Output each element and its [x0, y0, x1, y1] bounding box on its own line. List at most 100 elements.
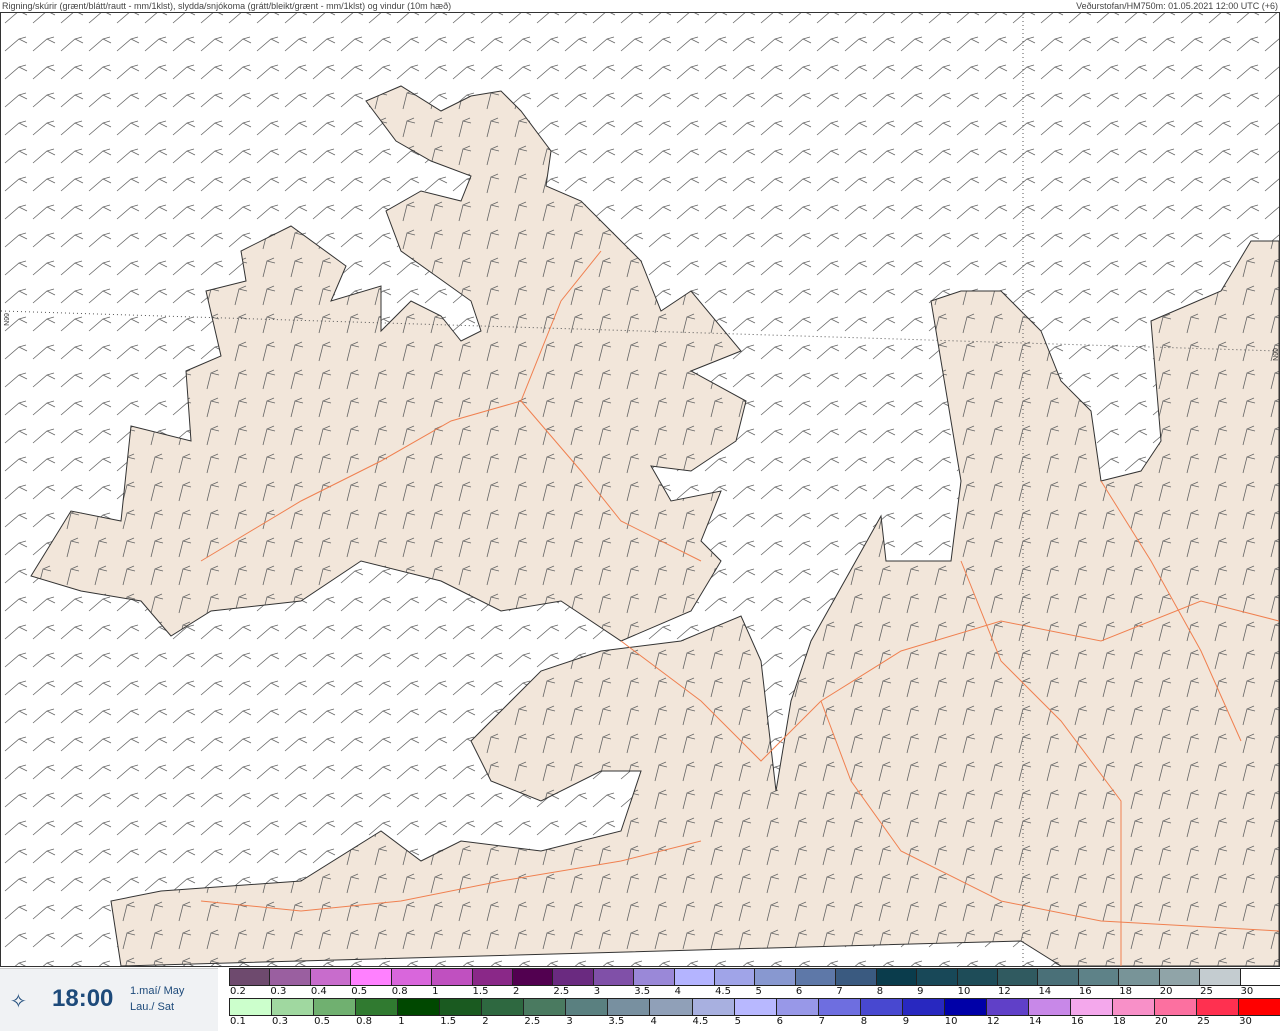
- rain-scale-label: 9: [902, 1016, 910, 1027]
- rain-scale-swatch: [859, 998, 903, 1016]
- rain-scale-swatch: [1238, 998, 1280, 1016]
- rain-scale-label: 1: [398, 1016, 405, 1027]
- forecast-time-panel: ✧ 18:00 1.maí/ May Lau./ Sat: [0, 968, 218, 1031]
- snow-scale-label: 3.5: [634, 986, 651, 997]
- rain-scale-swatch: [439, 998, 483, 1016]
- snow-scale-label: 9: [917, 986, 924, 997]
- rain-scale-label: 2.5: [524, 1016, 541, 1027]
- rain-scale-label: 14: [1028, 1016, 1042, 1027]
- rain-scale-label: 18: [1112, 1016, 1126, 1027]
- snow-scale-swatch: [673, 968, 716, 986]
- rain-scale-swatch: [607, 998, 651, 1016]
- rain-scale-swatch: [1154, 998, 1198, 1016]
- rain-scale-swatch: [775, 998, 819, 1016]
- snow-scale-label: 3: [593, 986, 601, 997]
- snow-scale-label: 16: [1078, 986, 1092, 997]
- snow-scale-swatch: [350, 968, 392, 986]
- forecast-date: 1.maí/ May: [130, 985, 185, 997]
- snow-scale-swatch: [997, 968, 1039, 986]
- rain-scale-label: 6: [776, 1016, 783, 1027]
- snow-scale-swatch: [835, 968, 877, 986]
- snow-scale-swatch: [956, 968, 999, 986]
- rain-scale-label: 20: [1155, 1016, 1168, 1027]
- snow-scale-swatch: [714, 968, 756, 986]
- map-title: Rigning/skúrir (grænt/blátt/rautt - mm/1…: [2, 1, 452, 11]
- snow-scale-label: 20: [1159, 986, 1173, 997]
- rain-scale-swatch: [229, 998, 273, 1016]
- rain-scale-label: 2: [482, 1016, 489, 1027]
- map-source: Veðurstofan/HM750m: 01.05.2021 12:00 UTC…: [1076, 1, 1278, 11]
- snow-scale-label: 0.8: [391, 986, 408, 997]
- rain-scale-swatch: [817, 998, 861, 1016]
- map-canvas: [0, 13, 1280, 967]
- rain-scale-label: 16: [1070, 1016, 1084, 1027]
- rain-scale-labels: 0.1 0.3 0.5 0.8 1 1.5 2 2.5 3 3.5 4 4.5 5 6 7 8 9 10 12 14 1…: [229, 1016, 1280, 1027]
- snow-scale-swatch: [431, 968, 473, 986]
- snow-scale-swatch: [390, 968, 433, 986]
- snow-scale-swatch: [633, 968, 675, 986]
- snow-scale-swatch: [754, 968, 796, 986]
- lat-label-right: 66N: [1271, 348, 1278, 361]
- snow-scale-label: 1.5: [472, 986, 489, 997]
- rain-scale-swatch: [733, 998, 777, 1016]
- rain-scale-label: 5: [734, 1016, 741, 1027]
- snow-scale-label: 0.4: [310, 986, 327, 997]
- rain-scale-label: 8: [860, 1016, 868, 1027]
- snow-scale-swatch: [511, 968, 554, 986]
- rain-scale-label: 0.5: [314, 1016, 330, 1027]
- snow-scale-label: 8: [876, 986, 884, 997]
- snow-scale-swatch: [1037, 968, 1079, 986]
- rain-scale-label: 0.8: [356, 1016, 373, 1027]
- snow-scale-label: 30: [1240, 986, 1254, 997]
- snow-color-scale: [229, 968, 1280, 986]
- rain-scale-label: 0.1: [230, 1016, 246, 1027]
- snow-scale-label: 18: [1119, 986, 1133, 997]
- weather-map[interactable]: 66N 66N: [0, 12, 1280, 967]
- rain-scale-swatch: [985, 998, 1029, 1016]
- snow-scale-label: 25: [1200, 986, 1213, 997]
- rain-scale-label: 1.5: [440, 1016, 457, 1027]
- rain-scale-swatch: [1196, 998, 1240, 1016]
- rain-scale-swatch: [355, 998, 399, 1016]
- rain-scale-label: 10: [944, 1016, 958, 1027]
- rain-scale-swatch: [397, 998, 441, 1016]
- rain-scale-label: 12: [986, 1016, 1000, 1027]
- wind-compass-icon[interactable]: ✧: [10, 989, 27, 1014]
- snow-scale-swatch: [1239, 968, 1280, 986]
- snow-scale-swatch: [471, 968, 513, 986]
- snow-scale-label: 10: [957, 986, 971, 997]
- rain-scale-swatch: [271, 998, 315, 1016]
- rain-scale-swatch: [1027, 998, 1071, 1016]
- rain-scale-label: 7: [818, 1016, 826, 1027]
- rain-scale-swatch: [481, 998, 525, 1016]
- snow-scale-label: 2.5: [553, 986, 570, 997]
- snow-scale-swatch: [229, 968, 271, 986]
- snow-scale-swatch: [1199, 968, 1241, 986]
- forecast-time: 18:00: [52, 985, 114, 1012]
- snow-scale-label: 2: [512, 986, 520, 997]
- rain-scale-swatch: [1069, 998, 1113, 1016]
- snow-scale-label: 5: [755, 986, 762, 997]
- snow-scale-label: 6: [795, 986, 803, 997]
- snow-scale-swatch: [1118, 968, 1160, 986]
- snow-scale-swatch: [916, 968, 958, 986]
- snow-scale-label: 12: [998, 986, 1011, 997]
- rain-scale-swatch: [565, 998, 609, 1016]
- lat-label-left: 66N: [2, 313, 9, 326]
- rain-scale-swatch: [943, 998, 987, 1016]
- rain-scale-swatch: [691, 998, 735, 1016]
- rain-scale-label: 30: [1239, 1016, 1252, 1027]
- snow-scale-label: 1: [432, 986, 439, 997]
- snow-scale-swatch: [309, 968, 352, 986]
- rain-scale-swatch: [1111, 998, 1156, 1016]
- rain-scale-swatch: [523, 998, 567, 1016]
- snow-scale-label: 14: [1038, 986, 1052, 997]
- snow-scale-swatch: [1077, 968, 1120, 986]
- rain-scale-label: 4: [650, 1016, 657, 1027]
- snow-scale-label: 0.5: [351, 986, 368, 997]
- rain-scale-label: 3.5: [608, 1016, 625, 1027]
- snow-scale-label: 4.5: [715, 986, 731, 997]
- rain-scale-swatch: [313, 998, 357, 1016]
- rain-scale-swatch: [649, 998, 693, 1016]
- snow-scale-swatch: [1158, 968, 1201, 986]
